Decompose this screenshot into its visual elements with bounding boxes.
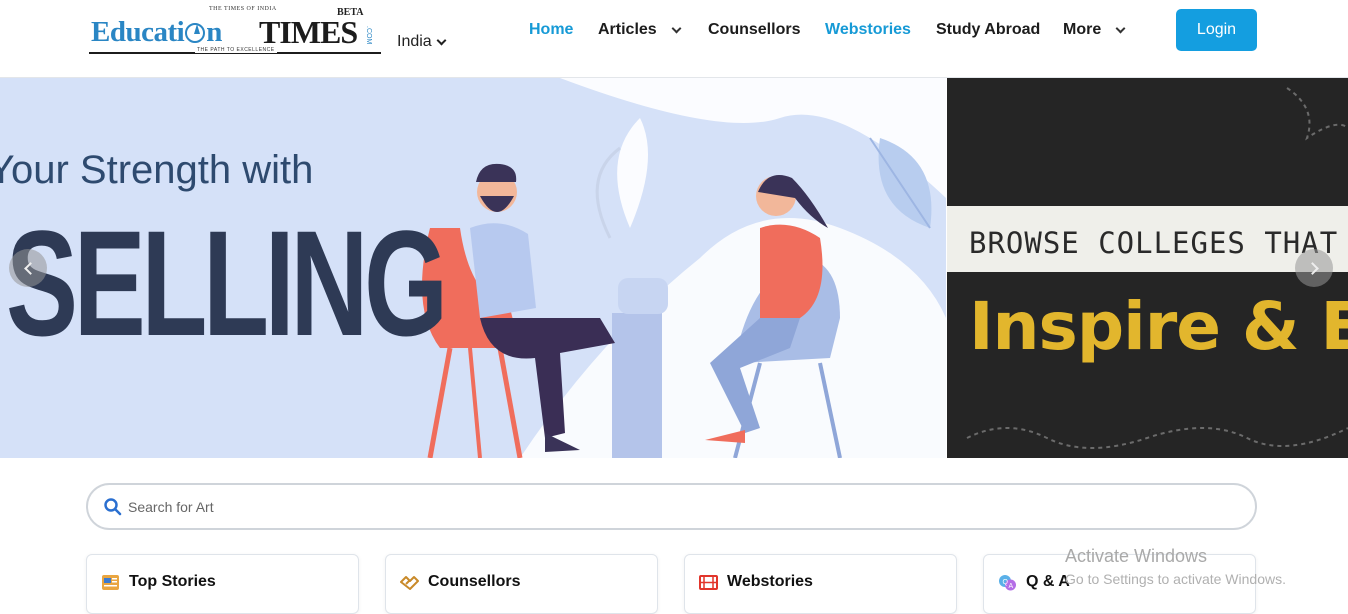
logo-tagline: THE PATH TO EXCELLENCE [195,47,277,53]
chevron-down-icon [436,35,447,45]
chevron-down-icon [1115,23,1126,33]
activate-windows-title: Activate Windows [1065,546,1208,566]
logo-word-times: TIMES [259,14,358,50]
nav-study-abroad[interactable]: Study Abroad [936,19,1040,41]
slide-headline-large: SELLING [6,199,448,367]
handshake-icon [400,576,419,590]
nav-counsellors-label: Counsellors [708,21,801,38]
nav-home[interactable]: Home [529,19,573,41]
nav-counsellors[interactable]: Counsellors [708,19,800,41]
chevron-down-icon [671,23,682,33]
login-button[interactable]: Login [1176,9,1257,51]
chevron-left-icon [23,261,37,275]
activate-windows-subtitle: Go to Settings to activate Windows. [1065,571,1286,587]
region-selector[interactable]: India [397,33,447,51]
svg-text:A: A [1009,583,1014,590]
logo-com: .COM [365,26,372,45]
carousel-slide-colleges[interactable]: BROWSE COLLEGES THAT Inspire & En [947,78,1348,458]
category-label: Counsellors [428,573,521,590]
carousel-next-button[interactable] [1295,249,1333,287]
category-label: Q & A [1026,573,1070,590]
chat-bubbles-icon: Q A [999,575,1016,591]
nav-more-label: More [1063,21,1102,38]
search-icon [104,498,122,516]
slide-headline: Your Strength with [0,148,314,192]
film-icon [699,575,718,590]
nav-articles[interactable]: Articles [598,19,682,41]
nav-more[interactable]: More [1063,19,1126,41]
hero-carousel: Your Strength with SELLING BROWSE COLLEG… [0,78,1348,458]
education-times-logo[interactable]: THE TIMES OF INDIA BETA Educati n TIMES .… [89,6,384,56]
chevron-right-icon [1305,261,1319,275]
category-card-counsellors[interactable]: Counsellors [385,554,658,614]
nav-study-abroad-label: Study Abroad [936,21,1041,38]
news-icon [102,575,119,590]
site-header: THE TIMES OF INDIA BETA Educati n TIMES .… [0,0,1348,78]
slide2-headline-large: Inspire & En [969,288,1348,365]
category-label: Top Stories [129,573,216,590]
nav-home-label: Home [529,21,574,38]
nav-articles-label: Articles [598,21,657,38]
search-bar[interactable] [86,483,1257,530]
logo-word-education: Educati n [91,16,222,48]
logo-top-mark: THE TIMES OF INDIA [209,6,277,12]
region-label: India [397,33,432,50]
nav-webstories[interactable]: Webstories [825,19,911,41]
carousel-slide-counselling[interactable]: Your Strength with SELLING [0,78,946,458]
category-card-webstories[interactable]: Webstories [684,554,957,614]
slide2-headline: BROWSE COLLEGES THAT [969,226,1339,260]
search-input[interactable] [128,495,1228,519]
nav-webstories-label: Webstories [825,21,911,38]
carousel-prev-button[interactable] [9,249,47,287]
category-card-top-stories[interactable]: Top Stories [86,554,359,614]
category-label: Webstories [727,573,813,590]
